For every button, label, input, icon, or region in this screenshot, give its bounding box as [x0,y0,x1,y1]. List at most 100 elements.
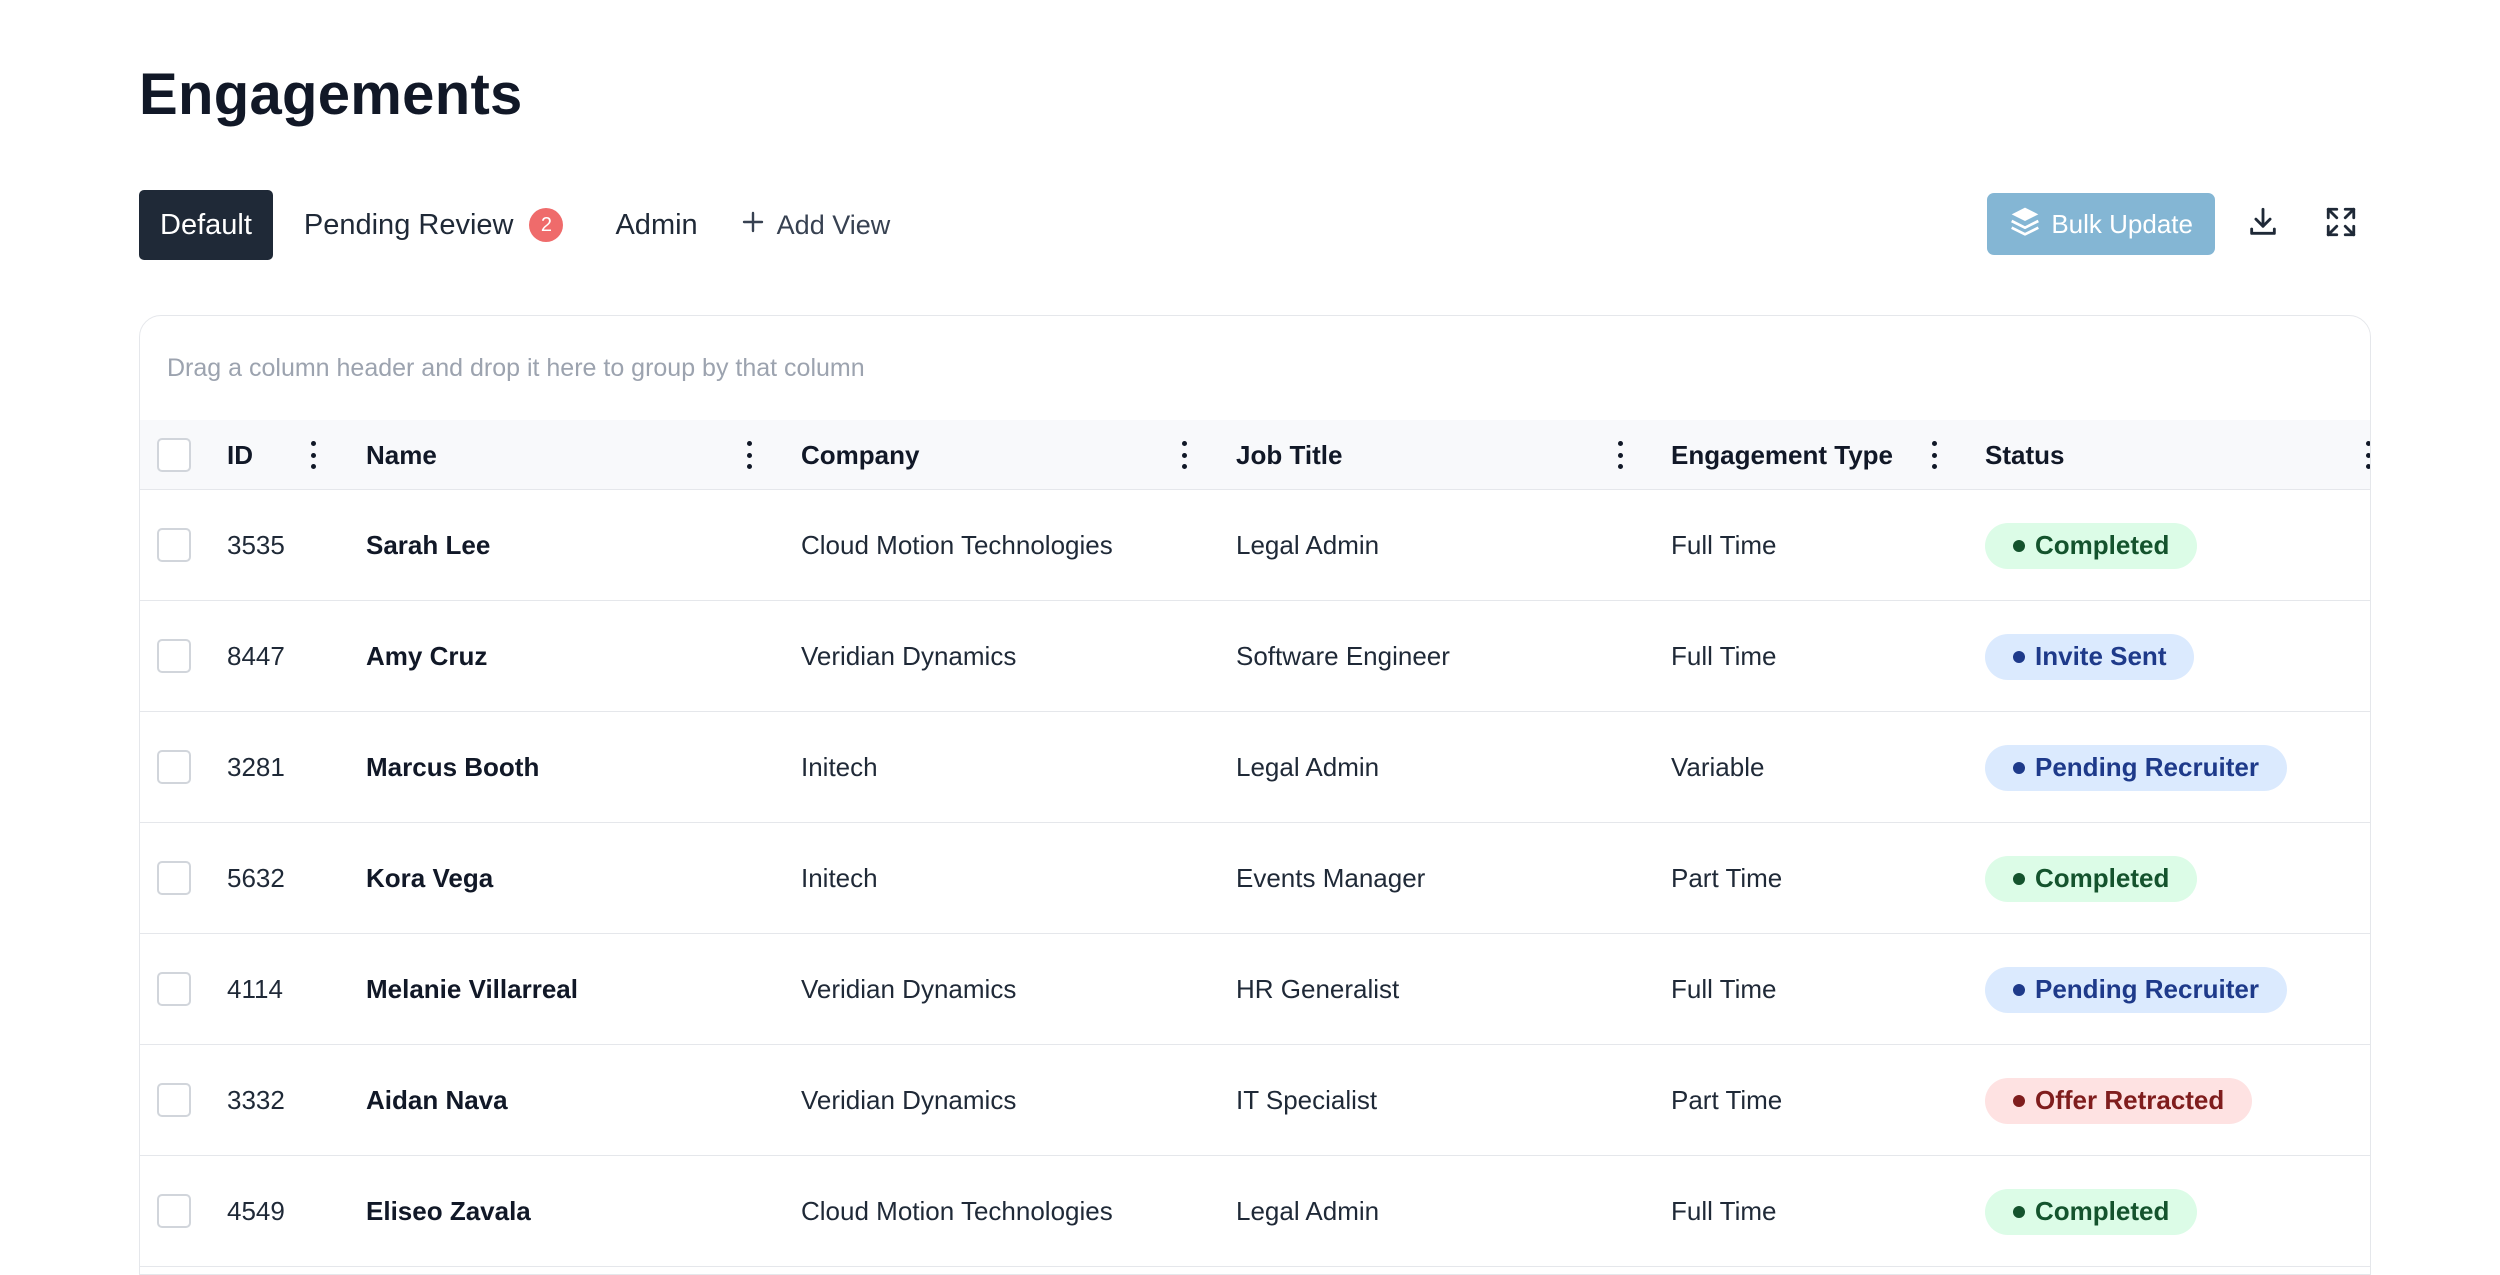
cell-job-title: IT Specialist [1236,1085,1378,1115]
column-header-name[interactable]: Name [366,420,437,490]
engagements-grid: Drag a column header and drop it here to… [139,315,2371,1275]
grid-body: 3535 Sarah Lee Cloud Motion Technologies… [140,490,2370,1267]
cell-name: Amy Cruz [366,641,488,671]
status-dot-icon [2013,872,2025,885]
bulk-update-label: Bulk Update [2051,208,2193,239]
status-label: Pending Recruiter [2035,752,2259,782]
tab-default-label: Default [160,208,252,241]
column-header-company[interactable]: Company [801,420,919,490]
column-header-engagement-type[interactable]: Engagement Type [1671,420,1893,490]
cell-id: 4114 [227,974,283,1004]
cell-job-title: Legal Admin [1236,530,1380,560]
status-dot-icon [2013,650,2025,663]
download-icon [2246,205,2280,244]
cell-name: Aidan Nava [366,1085,508,1115]
cell-status: Pending Recruiter [1985,934,2287,1045]
status-badge: Pending Recruiter [1985,966,2287,1013]
cell-engagement-type: Full Time [1671,641,1777,671]
status-label: Pending Recruiter [2035,974,2259,1004]
cell-company: Initech [801,752,878,782]
expand-icon [2324,205,2358,244]
status-label: Invite Sent [2035,641,2167,671]
cell-status: Invite Sent [1985,601,2195,712]
cell-name: Melanie Villarreal [366,974,578,1004]
status-label: Offer Retracted [2035,1085,2225,1115]
kebab-menu-icon[interactable] [2362,441,2370,469]
table-row[interactable]: 3535 Sarah Lee Cloud Motion Technologies… [140,490,2370,601]
cell-name: Marcus Booth [366,752,540,782]
cell-id: 5632 [227,863,285,893]
column-header-job-title[interactable]: Job Title [1236,420,1342,490]
row-checkbox[interactable] [157,639,191,673]
status-dot-icon [2013,1094,2025,1107]
add-view-button[interactable]: Add View [729,190,903,260]
row-checkbox[interactable] [157,750,191,784]
group-by-hint: Drag a column header and drop it here to… [167,353,865,382]
kebab-menu-icon[interactable] [1178,441,1190,469]
cell-status: Completed [1985,1156,2198,1267]
tab-admin[interactable]: Admin [594,190,718,260]
cell-engagement-type: Part Time [1671,1085,1783,1115]
cell-id: 3332 [227,1085,285,1115]
column-header-id[interactable]: ID [227,420,253,490]
engagements-page: Engagements Default Pending Review 2 Adm… [139,0,2371,1275]
cell-company: Veridian Dynamics [801,641,1017,671]
grid-toolbar: Bulk Update [1987,193,2371,255]
table-row[interactable]: 3281 Marcus Booth Initech Legal Admin Va… [140,712,2370,823]
tab-pending-review[interactable]: Pending Review 2 [283,190,585,260]
kebab-menu-icon[interactable] [1614,441,1626,469]
status-badge: Completed [1985,522,2198,569]
status-badge: Invite Sent [1985,633,2195,680]
tab-pending-review-label: Pending Review [303,208,514,241]
bulk-update-button[interactable]: Bulk Update [1987,193,2215,255]
cell-id: 4549 [227,1196,285,1226]
cell-name: Eliseo Zavala [366,1196,531,1226]
download-button[interactable] [2233,193,2293,255]
page-title: Engagements [139,62,523,127]
kebab-menu-icon[interactable] [307,441,319,469]
kebab-menu-icon[interactable] [1928,441,1940,469]
cell-job-title: HR Generalist [1236,974,1400,1004]
cell-status: Completed [1985,823,2198,934]
row-checkbox[interactable] [157,861,191,895]
column-header-status[interactable]: Status [1985,420,2064,490]
cell-engagement-type: Full Time [1671,530,1777,560]
status-dot-icon [2013,539,2025,552]
fullscreen-button[interactable] [2311,193,2371,255]
cell-engagement-type: Full Time [1671,974,1777,1004]
status-label: Completed [2035,863,2170,893]
cell-company: Veridian Dynamics [801,1085,1017,1115]
row-checkbox[interactable] [157,528,191,562]
tab-admin-label: Admin [615,208,698,241]
table-row[interactable]: 4549 Eliseo Zavala Cloud Motion Technolo… [140,1156,2370,1267]
kebab-menu-icon[interactable] [743,441,755,469]
status-label: Completed [2035,530,2170,560]
cell-engagement-type: Variable [1671,752,1765,782]
grid-header-row: ID Name Company Job Title Engagement Typ… [140,420,2370,490]
cell-id: 3535 [227,530,285,560]
status-dot-icon [2013,761,2025,774]
cell-company: Initech [801,863,878,893]
table-row[interactable]: 5632 Kora Vega Initech Events Manager Pa… [140,823,2370,934]
status-dot-icon [2013,1205,2025,1218]
status-badge: Completed [1985,1188,2198,1235]
row-checkbox[interactable] [157,1083,191,1117]
status-label: Completed [2035,1196,2170,1226]
status-dot-icon [2013,983,2025,996]
cell-company: Cloud Motion Technologies [801,530,1113,560]
row-checkbox[interactable] [157,1194,191,1228]
view-tabs: Default Pending Review 2 Admin Add View [139,190,902,260]
cell-job-title: Legal Admin [1236,1196,1380,1226]
row-checkbox[interactable] [157,972,191,1006]
group-by-drop-zone[interactable]: Drag a column header and drop it here to… [140,316,2370,420]
cell-job-title: Legal Admin [1236,752,1380,782]
table-row[interactable]: 3332 Aidan Nava Veridian Dynamics IT Spe… [140,1045,2370,1156]
tab-default[interactable]: Default [139,190,273,260]
table-row[interactable]: 4114 Melanie Villarreal Veridian Dynamic… [140,934,2370,1045]
status-badge: Pending Recruiter [1985,744,2287,791]
status-badge: Completed [1985,855,2198,902]
cell-id: 8447 [227,641,285,671]
select-all-checkbox[interactable] [157,438,191,472]
table-row[interactable]: 8447 Amy Cruz Veridian Dynamics Software… [140,601,2370,712]
cell-status: Pending Recruiter [1985,712,2287,823]
